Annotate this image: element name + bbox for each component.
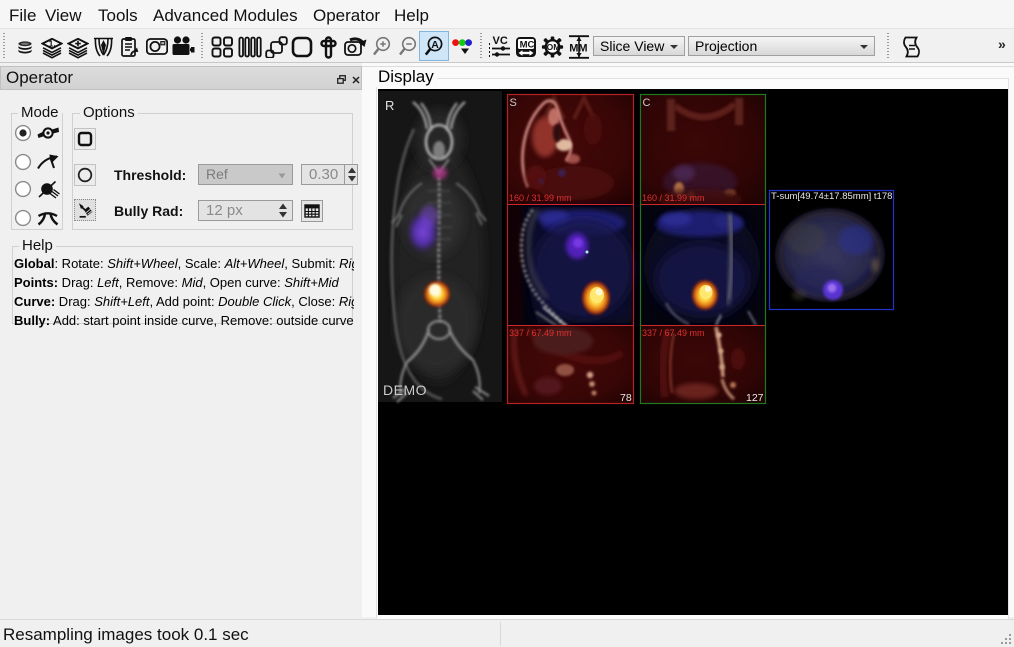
svg-text:OM: OM <box>547 42 561 52</box>
svg-text:MM: MM <box>569 43 587 55</box>
svg-text:78: 78 <box>620 392 632 404</box>
svg-text:VC: VC <box>493 35 508 47</box>
svg-text:1.: 1. <box>49 39 56 49</box>
svg-text:R: R <box>385 98 394 113</box>
svg-text:337 / 67.49 mm: 337 / 67.49 mm <box>642 328 705 338</box>
svg-text:A: A <box>431 39 439 51</box>
svg-text:T-sum[49.74±17.85mm] t178: T-sum[49.74±17.85mm] t178 <box>771 191 892 202</box>
svg-text:S: S <box>510 97 517 109</box>
svg-text:C: C <box>643 97 651 109</box>
svg-text:127: 127 <box>746 392 764 404</box>
svg-text:337 / 67.49 mm: 337 / 67.49 mm <box>509 328 572 338</box>
svg-text:160 / 31.99 mm: 160 / 31.99 mm <box>509 193 572 203</box>
svg-text:MC: MC <box>520 40 535 51</box>
svg-text:DEMO: DEMO <box>383 382 427 398</box>
svg-text:160 / 31.99 mm: 160 / 31.99 mm <box>642 193 705 203</box>
